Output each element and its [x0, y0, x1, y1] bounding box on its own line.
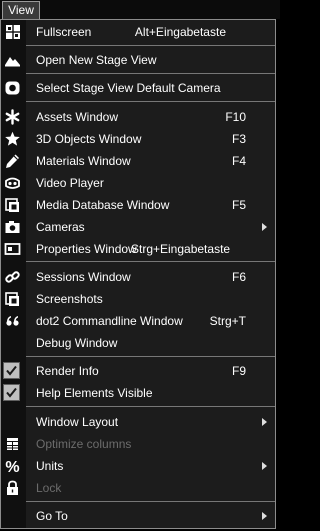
- menu-item-label: Select Stage View Default Camera: [36, 81, 221, 95]
- checkbox-checked[interactable]: [3, 384, 20, 401]
- camera-icon: [5, 221, 20, 233]
- menu-item-label: Assets Window: [36, 110, 119, 124]
- menu-item-media-database-window[interactable]: Media Database Window F5: [1, 194, 275, 216]
- menu-item-label: Go To: [36, 509, 68, 523]
- submenu-arrow-icon: [262, 512, 267, 520]
- menu-item-label: Help Elements Visible: [36, 386, 153, 400]
- separator: [26, 501, 275, 502]
- menu-item-shortcut: Strg+T: [209, 314, 246, 328]
- svg-text:%: %: [5, 459, 19, 474]
- menu-item-3d-objects-window[interactable]: 3D Objects Window F3: [1, 128, 275, 150]
- asterisk-icon: [5, 109, 20, 125]
- submenu-arrow-icon: [262, 418, 267, 426]
- menu-item-units[interactable]: % Units: [1, 455, 275, 477]
- menu-item-label: Materials Window: [36, 154, 131, 168]
- menu-item-shortcut: F3: [231, 132, 246, 146]
- menu-item-materials-window[interactable]: Materials Window F4: [1, 150, 275, 172]
- menu-item-label: Video Player: [36, 176, 104, 190]
- view-menu: Fullscreen Alt+Eingabetaste Open New Sta…: [0, 19, 276, 529]
- menu-item-lock: Lock: [1, 477, 275, 499]
- checkbox-checked[interactable]: [3, 362, 20, 379]
- submenu-arrow-icon: [262, 223, 267, 231]
- menu-item-shortcut: F4: [231, 154, 246, 168]
- percent-icon: %: [5, 459, 19, 474]
- separator: [26, 73, 275, 74]
- menu-item-screenshots[interactable]: Screenshots: [1, 288, 275, 310]
- menu-item-video-player[interactable]: Video Player: [1, 172, 275, 194]
- menu-item-window-layout[interactable]: Window Layout: [1, 411, 275, 433]
- separator: [26, 356, 275, 357]
- separator: [26, 101, 275, 102]
- separator: [26, 45, 275, 46]
- menu-item-label: Media Database Window: [36, 198, 170, 212]
- menu-item-properties-window[interactable]: Properties Window Strg+Eingabetaste: [1, 238, 275, 260]
- menu-item-sessions-window[interactable]: Sessions Window F6: [1, 266, 275, 288]
- columns-icon: [7, 438, 18, 450]
- grid-icon: [6, 25, 20, 39]
- menu-item-assets-window[interactable]: Assets Window F10: [1, 106, 275, 128]
- link-icon: [5, 271, 20, 283]
- lock-icon: [7, 480, 18, 495]
- video-player-icon: [5, 177, 20, 189]
- menu-item-debug-window[interactable]: Debug Window: [1, 332, 275, 354]
- checkmark-icon: [6, 365, 17, 376]
- menu-item-label: 3D Objects Window: [36, 132, 142, 146]
- menu-item-render-info[interactable]: Render Info F9: [1, 360, 275, 382]
- quote-icon: [6, 316, 19, 326]
- menu-item-label: Fullscreen: [36, 25, 92, 39]
- menu-item-shortcut: F9: [231, 364, 246, 378]
- menu-item-optimize-columns: Optimize columns: [1, 433, 275, 455]
- submenu-arrow-icon: [262, 462, 267, 470]
- star-icon: [5, 131, 20, 146]
- menu-item-go-to[interactable]: Go To: [1, 505, 275, 527]
- menu-item-label: Render Info: [36, 364, 99, 378]
- menu-item-label: Screenshots: [36, 292, 103, 306]
- separator: [26, 261, 275, 262]
- menubar: View: [0, 0, 280, 19]
- pencil-icon: [6, 154, 19, 168]
- checkmark-icon: [6, 387, 17, 398]
- menu-title-view[interactable]: View: [2, 1, 40, 19]
- menu-item-shortcut: Alt+Eingabetaste: [134, 25, 226, 39]
- menu-item-help-elements-visible[interactable]: Help Elements Visible: [1, 382, 275, 404]
- menu-item-label: Units: [36, 459, 64, 473]
- menu-item-label: Optimize columns: [36, 437, 132, 451]
- record-icon: [5, 81, 20, 95]
- menu-item-shortcut: F5: [231, 198, 246, 212]
- menu-item-select-default-camera[interactable]: Select Stage View Default Camera: [1, 77, 275, 99]
- properties-icon: [4, 243, 21, 255]
- menu-item-fullscreen[interactable]: Fullscreen Alt+Eingabetaste: [1, 21, 275, 43]
- menu-item-label: Properties Window: [36, 242, 137, 256]
- menu-item-label: Debug Window: [36, 336, 118, 350]
- mountain-icon: [5, 57, 20, 67]
- menu-item-label: Cameras: [36, 220, 85, 234]
- menu-item-shortcut: F6: [231, 270, 246, 284]
- screenshot-icon: [5, 292, 19, 306]
- menu-item-shortcut: Strg+Eingabetaste: [131, 242, 231, 256]
- menu-item-shortcut: F10: [225, 110, 246, 124]
- separator: [26, 406, 275, 407]
- menu-item-label: Open New Stage View: [36, 53, 157, 67]
- menu-item-label: Window Layout: [36, 415, 119, 429]
- menu-item-label: Lock: [36, 481, 62, 495]
- media-database-icon: [5, 198, 19, 212]
- menu-item-dot2-commandline-window[interactable]: dot2 Commandline Window Strg+T: [1, 310, 275, 332]
- menu-item-label: Sessions Window: [36, 270, 131, 284]
- menu-item-cameras[interactable]: Cameras: [1, 216, 275, 238]
- menu-item-open-new-stage-view[interactable]: Open New Stage View: [1, 49, 275, 71]
